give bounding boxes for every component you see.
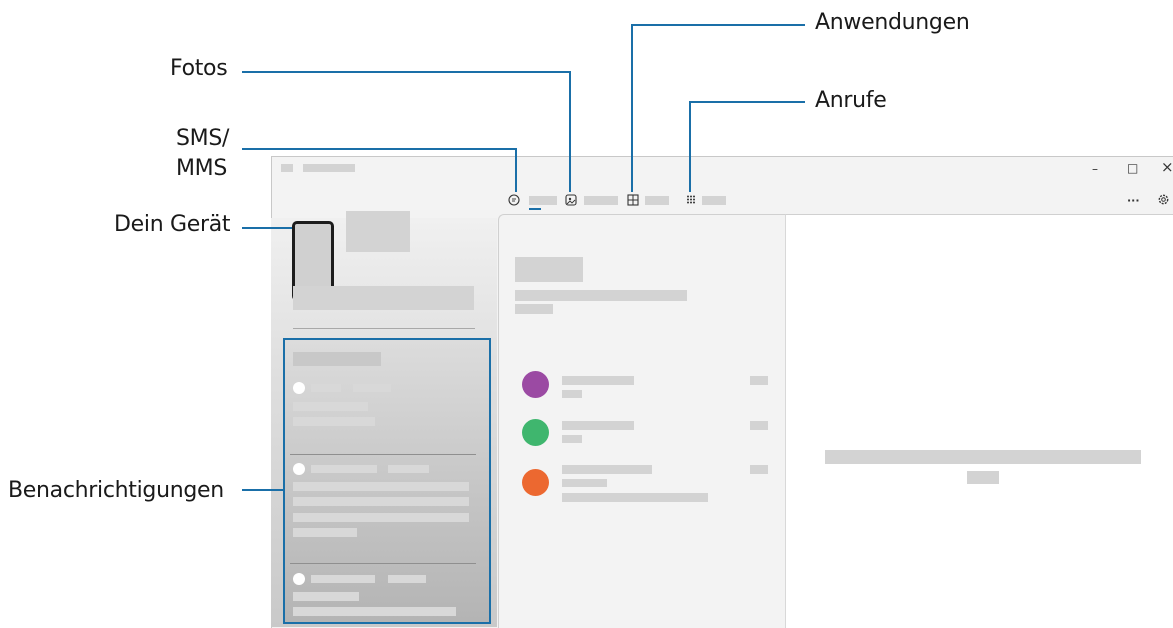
gear-icon[interactable]: [1157, 193, 1169, 205]
callout-apps: Anwendungen: [815, 10, 970, 35]
image-icon[interactable]: [565, 194, 577, 206]
message-preview-placeholder: [562, 479, 607, 487]
callout-device: Dein Gerät: [114, 212, 231, 237]
notifications-header-placeholder: [293, 352, 381, 366]
tab-messages-label[interactable]: [529, 196, 557, 205]
active-tab-indicator: [529, 208, 541, 210]
notification-text-placeholder: [293, 592, 359, 601]
empty-state-text-placeholder: [967, 471, 999, 484]
tab-apps-label[interactable]: [645, 196, 669, 205]
callout-line-sms: [242, 148, 516, 150]
left-divider: [293, 328, 475, 329]
callout-sms: SMS/: [176, 126, 230, 151]
notification-text-placeholder: [293, 497, 469, 506]
notification-text-placeholder: [293, 528, 357, 537]
close-button[interactable]: ×: [1161, 160, 1173, 175]
callout-photos: Fotos: [170, 56, 228, 81]
contact-avatar[interactable]: [522, 371, 549, 398]
minimize-button[interactable]: –: [1092, 163, 1098, 175]
notification-app-icon: [293, 382, 305, 394]
device-status-placeholder[interactable]: [293, 286, 474, 310]
notification-time-placeholder: [353, 384, 391, 392]
callout-line-sms: [515, 148, 517, 192]
notification-title-placeholder: [311, 465, 377, 473]
callout-calls: Anrufe: [815, 88, 887, 113]
tab-calls-label[interactable]: [702, 196, 726, 205]
notification-text-placeholder: [293, 417, 375, 426]
message-preview-placeholder: [562, 390, 582, 398]
notification-time-placeholder: [388, 465, 429, 473]
callout-line-photos: [569, 71, 571, 192]
grid-icon[interactable]: [627, 194, 639, 206]
callout-line-notifications: [242, 489, 283, 491]
contact-avatar[interactable]: [522, 469, 549, 496]
contact-name-placeholder[interactable]: [562, 421, 634, 430]
contact-name-placeholder[interactable]: [562, 465, 652, 474]
app-title-placeholder: [303, 164, 355, 172]
notification-title-placeholder: [311, 575, 375, 583]
message-preview-placeholder: [562, 435, 582, 443]
dialpad-icon[interactable]: [685, 194, 697, 206]
messages-subtitle-placeholder: [515, 290, 687, 301]
callout-line-calls: [689, 101, 805, 103]
notification-divider: [290, 454, 476, 455]
callout-line-photos: [242, 71, 570, 73]
conversation-panel: [785, 214, 1173, 628]
contact-avatar[interactable]: [522, 419, 549, 446]
notification-text-placeholder: [293, 607, 456, 616]
notification-title-placeholder: [311, 384, 341, 392]
message-time-placeholder: [750, 465, 768, 474]
notification-app-icon: [293, 463, 305, 475]
chat-bubble-icon[interactable]: [508, 194, 520, 206]
contact-name-placeholder[interactable]: [562, 376, 634, 385]
notification-text-placeholder: [293, 482, 469, 491]
notification-divider: [290, 563, 476, 564]
notification-text-placeholder: [293, 513, 469, 522]
callout-line-device: [242, 227, 292, 229]
callout-line-calls: [689, 101, 691, 192]
message-time-placeholder: [750, 376, 768, 385]
messages-title-placeholder: [515, 257, 583, 282]
more-options-button[interactable]: ···: [1127, 195, 1140, 207]
empty-state-text-placeholder: [825, 450, 1141, 464]
app-logo-placeholder: [281, 164, 293, 172]
notification-text-placeholder: [293, 402, 368, 411]
message-time-placeholder: [750, 421, 768, 430]
callout-line-apps: [631, 24, 805, 26]
tab-photos-label[interactable]: [584, 196, 618, 205]
device-name-placeholder: [346, 211, 410, 252]
notification-time-placeholder: [388, 575, 426, 583]
notification-app-icon: [293, 573, 305, 585]
callout-notifications: Benachrichtigungen: [8, 478, 224, 503]
callout-mms: MMS: [176, 156, 228, 181]
message-preview-placeholder: [562, 493, 708, 502]
maximize-button[interactable]: □: [1127, 162, 1138, 174]
messages-subtitle-placeholder: [515, 304, 553, 314]
callout-line-apps: [631, 24, 633, 192]
